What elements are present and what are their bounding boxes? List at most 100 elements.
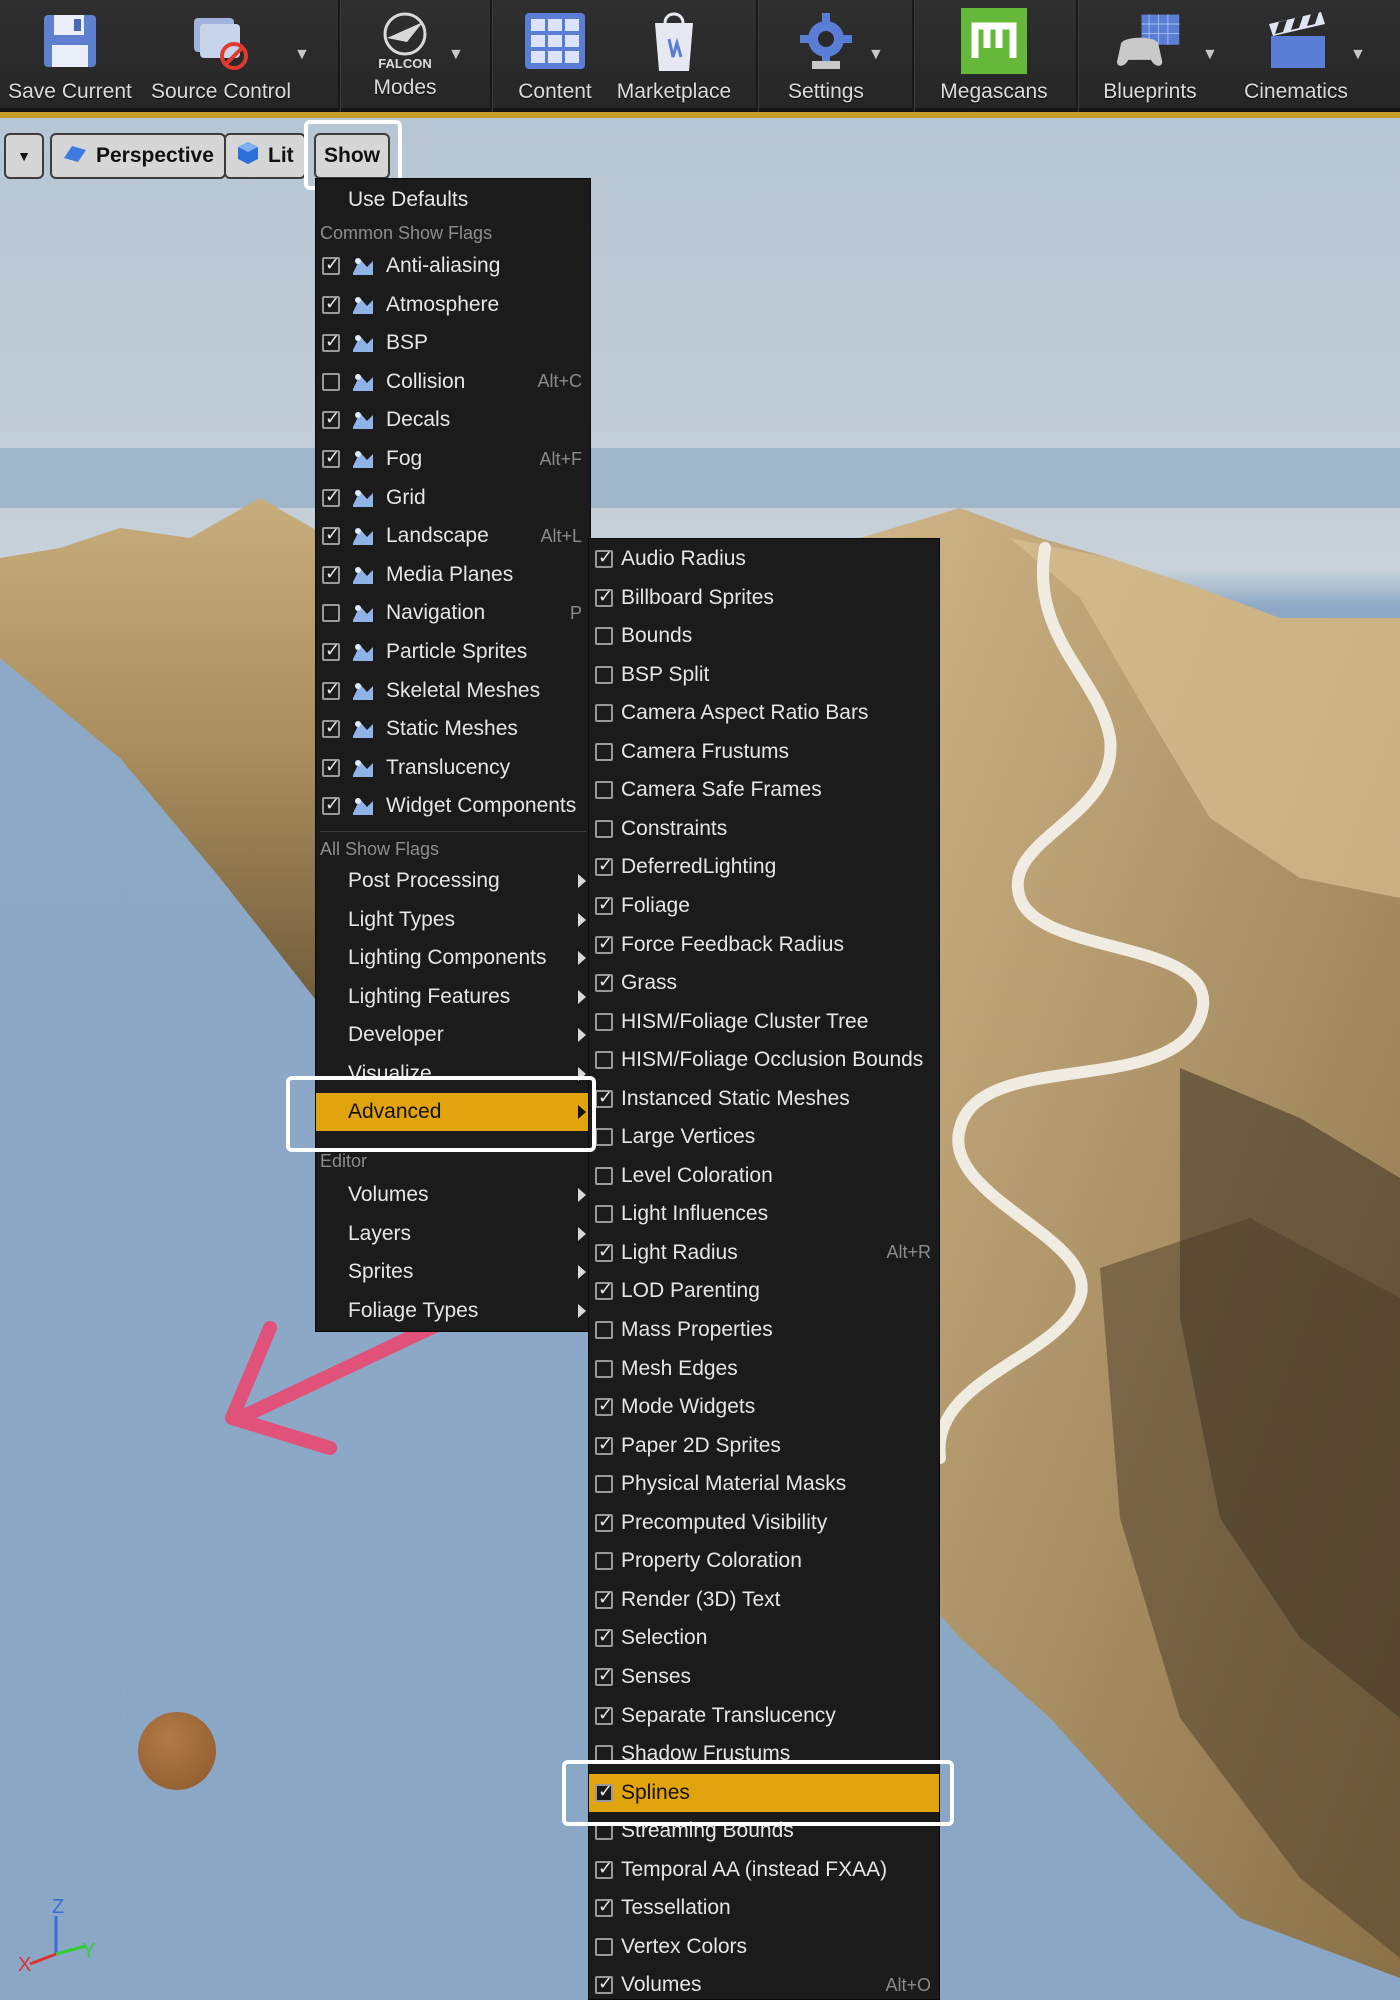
viewport-options-button[interactable]: ▼ — [4, 133, 44, 179]
modes-dropdown-icon[interactable]: ▼ — [448, 46, 464, 64]
submenu-editor-layers[interactable]: Layers — [316, 1215, 590, 1253]
advanced-flag-selection[interactable]: Selection — [589, 1619, 939, 1657]
show-flag-particle-sprites[interactable]: Particle Sprites — [316, 633, 590, 671]
advanced-flag-camera-aspect-ratio-bars[interactable]: Camera Aspect Ratio Bars — [589, 694, 939, 732]
submenu-editor-sprites[interactable]: Sprites — [316, 1253, 590, 1291]
checkbox-unchecked[interactable] — [595, 819, 613, 838]
advanced-flag-force-feedback-radius[interactable]: Force Feedback Radius — [589, 926, 939, 964]
source-control-button[interactable]: Source Control — [146, 0, 296, 112]
checkbox-checked[interactable] — [595, 1626, 613, 1648]
checkbox-checked[interactable] — [595, 1704, 613, 1725]
advanced-flag-hism-foliage-occlusion-bounds[interactable]: HISM/Foliage Occlusion Bounds — [589, 1041, 939, 1079]
checkbox-unchecked[interactable] — [595, 1552, 613, 1571]
advanced-flag-light-influences[interactable]: Light Influences — [589, 1195, 939, 1233]
submenu-developer[interactable]: Developer — [316, 1016, 590, 1054]
show-flag-anti-aliasing[interactable]: Anti-aliasing — [316, 247, 590, 285]
checkbox-checked[interactable] — [595, 1434, 613, 1455]
advanced-flag-tessellation[interactable]: Tessellation — [589, 1889, 939, 1927]
advanced-flag-property-coloration[interactable]: Property Coloration — [589, 1542, 939, 1580]
advanced-flag-level-coloration[interactable]: Level Coloration — [589, 1157, 939, 1195]
checkbox-unchecked[interactable] — [595, 1475, 613, 1494]
advanced-flag-precomputed-visibility[interactable]: Precomputed Visibility — [589, 1504, 939, 1542]
advanced-flag-instanced-static-meshes[interactable]: Instanced Static Meshes — [589, 1080, 939, 1118]
advanced-flag-grass[interactable]: Grass — [589, 964, 939, 1002]
checkbox-checked[interactable] — [322, 756, 340, 777]
advanced-flag-mass-properties[interactable]: Mass Properties — [589, 1311, 939, 1349]
checkbox-checked[interactable] — [595, 894, 613, 915]
show-flag-widget-components[interactable]: Widget Components — [316, 787, 590, 825]
checkbox-unchecked[interactable] — [595, 742, 613, 761]
show-flag-bsp[interactable]: BSP — [316, 324, 590, 362]
advanced-flag-constraints[interactable]: Constraints — [589, 810, 939, 848]
checkbox-unchecked[interactable] — [595, 1205, 613, 1224]
blueprints-dropdown-icon[interactable]: ▼ — [1202, 46, 1218, 64]
checkbox-checked[interactable] — [322, 563, 340, 584]
show-flag-translucency[interactable]: Translucency — [316, 749, 590, 787]
checkbox-unchecked[interactable] — [595, 1937, 613, 1956]
checkbox-checked[interactable] — [322, 524, 340, 546]
advanced-flag-camera-frustums[interactable]: Camera Frustums — [589, 733, 939, 771]
advanced-flag-billboard-sprites[interactable]: Billboard Sprites — [589, 579, 939, 617]
advanced-flag-render-3d-text[interactable]: Render (3D) Text — [589, 1581, 939, 1619]
checkbox-checked[interactable] — [322, 408, 340, 430]
show-flag-media-planes[interactable]: Media Planes — [316, 556, 590, 594]
settings-dropdown-icon[interactable]: ▼ — [868, 46, 884, 64]
submenu-editor-foliage-types[interactable]: Foliage Types — [316, 1292, 590, 1330]
checkbox-checked[interactable] — [595, 1973, 613, 1995]
submenu-post-processing[interactable]: Post Processing — [316, 862, 590, 900]
use-defaults-item[interactable]: Use Defaults — [316, 181, 590, 219]
show-flag-decals[interactable]: Decals — [316, 401, 590, 439]
checkbox-checked[interactable] — [322, 794, 340, 816]
checkbox-unchecked[interactable] — [595, 781, 613, 800]
checkbox-checked[interactable] — [595, 586, 613, 607]
advanced-flag-hism-foliage-cluster-tree[interactable]: HISM/Foliage Cluster Tree — [589, 1003, 939, 1041]
checkbox-checked[interactable] — [595, 1858, 613, 1879]
advanced-flag-large-vertices[interactable]: Large Vertices — [589, 1118, 939, 1156]
checkbox-checked[interactable] — [322, 254, 340, 275]
lit-button[interactable]: Lit — [224, 133, 306, 179]
checkbox-checked[interactable] — [595, 1665, 613, 1686]
checkbox-unchecked[interactable] — [595, 665, 613, 684]
show-flag-grid[interactable]: Grid — [316, 479, 590, 517]
perspective-button[interactable]: Perspective — [50, 133, 226, 179]
show-flag-static-meshes[interactable]: Static Meshes — [316, 710, 590, 748]
submenu-lighting-features[interactable]: Lighting Features — [316, 978, 590, 1016]
marketplace-button[interactable]: Marketplace — [612, 0, 736, 112]
checkbox-unchecked[interactable] — [595, 1321, 613, 1339]
checkbox-checked[interactable] — [322, 486, 340, 507]
checkbox-unchecked[interactable] — [595, 1166, 613, 1185]
checkbox-checked[interactable] — [595, 1896, 613, 1918]
show-flag-landscape[interactable]: Landscape Alt+L — [316, 517, 590, 555]
checkbox-checked[interactable] — [595, 1395, 613, 1417]
advanced-flag-foliage[interactable]: Foliage — [589, 887, 939, 925]
advanced-flag-temporal-aa-instead-fxaa[interactable]: Temporal AA (instead FXAA) — [589, 1851, 939, 1889]
checkbox-checked[interactable] — [322, 293, 340, 314]
checkbox-checked[interactable] — [595, 1588, 613, 1609]
source-control-dropdown-icon[interactable]: ▼ — [294, 46, 310, 64]
checkbox-unchecked[interactable] — [595, 1012, 613, 1031]
checkbox-checked[interactable] — [595, 971, 613, 993]
advanced-flag-paper-2d-sprites[interactable]: Paper 2D Sprites — [589, 1427, 939, 1465]
checkbox-checked[interactable] — [595, 1511, 613, 1532]
checkbox-checked[interactable] — [322, 717, 340, 739]
settings-button[interactable]: Settings — [770, 0, 882, 112]
checkbox-checked[interactable] — [322, 331, 340, 353]
blueprints-button[interactable]: Blueprints — [1090, 0, 1210, 112]
checkbox-unchecked[interactable] — [595, 627, 613, 646]
checkbox-unchecked[interactable] — [595, 1128, 613, 1147]
checkbox-checked[interactable] — [595, 933, 613, 954]
cinematics-dropdown-icon[interactable]: ▼ — [1350, 46, 1366, 64]
advanced-flag-physical-material-masks[interactable]: Physical Material Masks — [589, 1465, 939, 1503]
checkbox-checked[interactable] — [322, 679, 340, 700]
advanced-flag-deferredlighting[interactable]: DeferredLighting — [589, 848, 939, 886]
advanced-flag-bsp-split[interactable]: BSP Split — [589, 656, 939, 694]
checkbox-checked[interactable] — [595, 1087, 613, 1108]
show-flag-navigation[interactable]: Navigation P — [316, 594, 590, 632]
advanced-flag-audio-radius[interactable]: Audio Radius — [589, 540, 939, 578]
megascans-button[interactable]: Megascans — [926, 0, 1062, 112]
content-button[interactable]: Content — [502, 0, 608, 112]
show-flag-collision[interactable]: Collision Alt+C — [316, 363, 590, 401]
cinematics-button[interactable]: Cinematics — [1236, 0, 1356, 112]
checkbox-unchecked[interactable] — [322, 604, 340, 623]
show-flag-fog[interactable]: Fog Alt+F — [316, 440, 590, 478]
